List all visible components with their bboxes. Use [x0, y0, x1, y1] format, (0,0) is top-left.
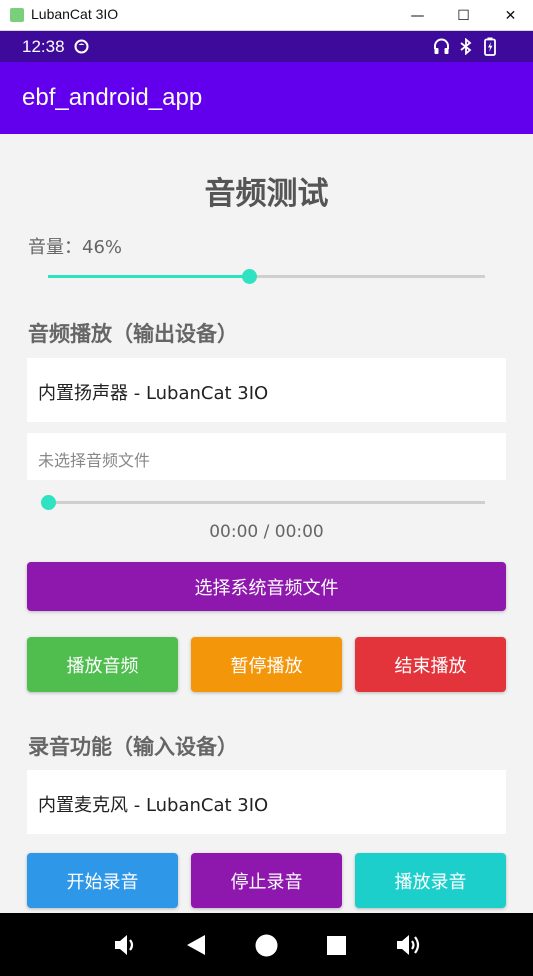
app-bar: ebf_android_app: [0, 62, 533, 134]
back-icon[interactable]: [185, 934, 207, 956]
playback-progress-slider[interactable]: [40, 488, 485, 518]
select-audio-file-button[interactable]: 选择系统音频文件: [27, 562, 506, 611]
playback-time: 00:00 / 00:00: [209, 522, 324, 542]
window-title-bar: LubanCat 3IO — ☐ ✕: [0, 0, 533, 31]
volume-down-icon[interactable]: [113, 933, 139, 957]
play-audio-button[interactable]: 播放音频: [27, 637, 178, 692]
recents-icon[interactable]: [327, 936, 347, 956]
home-icon[interactable]: [255, 934, 278, 957]
pause-playback-button[interactable]: 暂停播放: [191, 637, 342, 692]
headphones-icon: [434, 38, 449, 54]
play-recording-button[interactable]: 播放录音: [355, 853, 506, 908]
window-title: LubanCat 3IO: [31, 6, 119, 22]
navigation-bar: [0, 913, 533, 976]
battery-icon: [484, 37, 496, 56]
page-title: 音频测试: [204, 176, 329, 212]
volume-slider-thumb[interactable]: [241, 269, 257, 284]
volume-up-icon[interactable]: [395, 933, 423, 957]
app-window-icon: [10, 8, 24, 22]
status-bar: 12:38: [0, 31, 533, 62]
status-clock: 12:38: [22, 37, 65, 56]
recording-section-title: 录音功能（输入设备）: [28, 735, 238, 759]
volume-slider[interactable]: [48, 262, 485, 292]
media-circle-icon: [74, 39, 89, 54]
progress-slider-track: [48, 501, 485, 504]
audio-file-text: 未选择音频文件: [38, 451, 151, 470]
output-device-label: 内置扬声器 - LubanCat 3IO: [38, 383, 269, 404]
volume-label: 音量：46%: [28, 237, 123, 258]
output-device-selector[interactable]: 内置扬声器 - LubanCat 3IO: [27, 358, 506, 422]
audio-file-field: 未选择音频文件: [27, 433, 506, 480]
start-recording-button[interactable]: 开始录音: [27, 853, 178, 908]
bluetooth-icon: [460, 38, 472, 55]
stop-recording-button[interactable]: 停止录音: [191, 853, 342, 908]
input-device-label: 内置麦克风 - LubanCat 3IO: [38, 795, 269, 816]
progress-slider-thumb[interactable]: [40, 495, 56, 510]
close-button[interactable]: ✕: [488, 0, 533, 31]
volume-slider-fill: [48, 275, 250, 278]
input-device-selector[interactable]: 内置麦克风 - LubanCat 3IO: [27, 770, 506, 834]
stop-playback-button[interactable]: 结束播放: [355, 637, 506, 692]
maximize-button[interactable]: ☐: [441, 0, 486, 31]
playback-section-title: 音频播放（输出设备）: [28, 322, 238, 346]
minimize-button[interactable]: —: [395, 0, 440, 31]
app-title: ebf_android_app: [22, 84, 203, 111]
